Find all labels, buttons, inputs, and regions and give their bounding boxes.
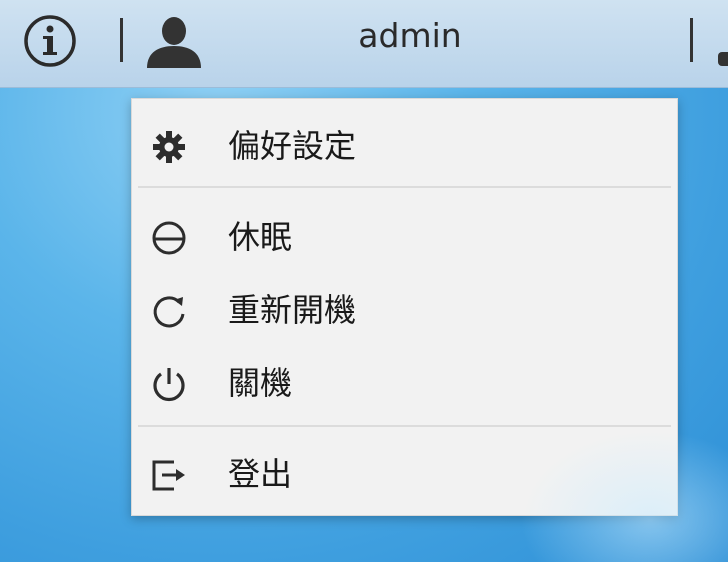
menu-item-shutdown[interactable]: 關機 [132,350,677,416]
menu-item-restart[interactable]: 重新開機 [132,277,677,343]
menu-item-logout[interactable]: 登出 [132,441,677,507]
menu-item-label: 重新開機 [228,291,357,329]
menu-item-label: 登出 [228,455,293,493]
menu-item-label: 休眠 [228,218,293,256]
top-bar: admin [0,0,728,88]
username-label[interactable]: admin [300,14,520,58]
separator [120,18,123,62]
separator [690,18,693,62]
menu-item-label: 偏好設定 [228,127,357,165]
sleep-icon [152,221,186,255]
gear-icon [153,131,185,163]
desktop-background: admin 偏好設定 休眠 重新開機 關機 登出 [0,0,728,562]
user-dropdown-menu: 偏好設定 休眠 重新開機 關機 登出 [131,98,678,516]
menu-item-preferences[interactable]: 偏好設定 [132,113,677,179]
menu-divider [138,186,671,188]
menu-item-sleep[interactable]: 休眠 [132,204,677,270]
restart-icon [153,296,185,328]
info-icon[interactable] [22,13,78,69]
power-icon [153,368,185,402]
menu-divider [138,425,671,427]
menu-item-label: 關機 [228,364,293,402]
user-icon[interactable] [143,14,205,70]
partial-icon [718,52,728,66]
logout-icon [152,460,185,491]
